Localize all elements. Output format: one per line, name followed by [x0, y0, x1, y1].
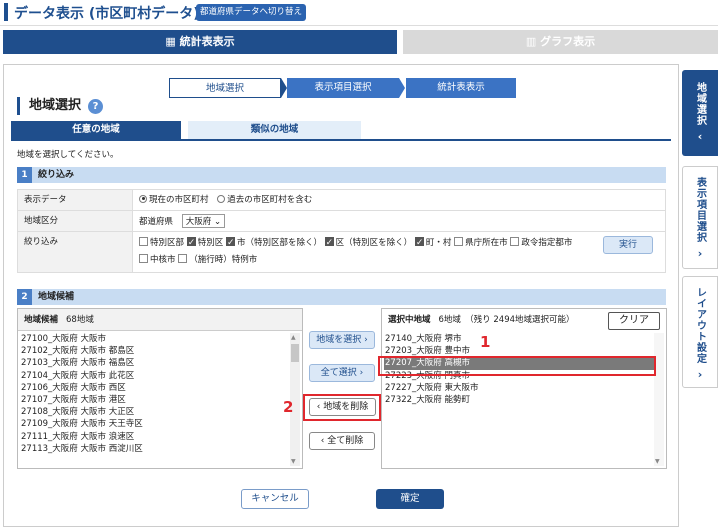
- chevron-right-icon: ›: [359, 368, 364, 378]
- checkbox-core-city[interactable]: [139, 254, 148, 263]
- narrow-label: 絞り込み: [17, 231, 133, 273]
- candidate-list-header: 地域候補 68地域: [18, 309, 302, 331]
- chevron-right-icon: ›: [364, 335, 368, 345]
- sidebar-item-item-select[interactable]: 表示項目選択 ›: [682, 166, 718, 269]
- help-icon[interactable]: ?: [88, 99, 103, 114]
- view-mode-bar: ▦ 統計表表示 ▥ グラフ表示: [0, 30, 718, 54]
- list-item[interactable]: 27322_大阪府 能勢町: [384, 394, 664, 406]
- select-all-button[interactable]: 全て選択 ›: [309, 364, 375, 382]
- select-area-button[interactable]: 地域を選択 ›: [309, 331, 375, 349]
- candidates-band: 2 地域候補: [17, 289, 666, 305]
- area-tabs: 任意の地域 類似の地域: [11, 121, 671, 139]
- bar-chart-icon: ▥: [525, 35, 541, 48]
- tab-similar-area[interactable]: 類似の地域: [188, 121, 361, 139]
- chevron-right-icon: ›: [697, 247, 703, 260]
- list-item[interactable]: 27100_大阪府 大阪市: [20, 333, 300, 345]
- checkbox-ward[interactable]: [324, 235, 334, 252]
- narrow-options: 特別区部 特別区 市（特別区部を除く） 区（特別区を除く） 町・村 県庁所在市 …: [132, 231, 666, 273]
- sidebar-item-area-select[interactable]: 地域選択 ‹: [682, 70, 718, 156]
- confirm-button[interactable]: 確定: [376, 489, 444, 509]
- checkbox-town-village[interactable]: [414, 235, 424, 252]
- scroll-down-icon[interactable]: ▼: [291, 458, 296, 465]
- chevron-left-icon: ‹: [320, 436, 325, 446]
- title-accent-bar: [4, 3, 8, 21]
- list-item[interactable]: 27103_大阪府 大阪市 福島区: [20, 357, 300, 369]
- remove-all-button[interactable]: ‹ 全て削除: [309, 432, 375, 450]
- area-class-label: 地域区分: [17, 210, 133, 232]
- step-area-select: 地域選択: [169, 78, 281, 98]
- clear-button[interactable]: クリア: [608, 312, 660, 330]
- tab-graph-view[interactable]: ▥ グラフ表示: [403, 30, 718, 54]
- switch-prefecture-button[interactable]: 都道府県データへ切り替え: [196, 4, 307, 21]
- selected-list[interactable]: 選択中地域 6地域 （残り 2494地域選択可能） 27140_大阪府 堺市 27…: [381, 308, 667, 469]
- scroll-thumb[interactable]: [291, 344, 299, 362]
- step-item-select: 表示項目選択: [287, 78, 399, 98]
- highlight-box-selected-item: [378, 356, 656, 376]
- section-title: 地域選択: [17, 97, 81, 115]
- step-indicator: 地域選択 表示項目選択 統計表表示: [169, 78, 519, 98]
- checkbox-special-city[interactable]: [178, 254, 188, 263]
- list-item[interactable]: 27109_大阪府 大阪市 天王寺区: [20, 418, 300, 430]
- area-class-cell: 都道府県 大阪府 ⌄: [132, 210, 666, 232]
- list-item[interactable]: 27111_大阪府 大阪市 浪速区: [20, 431, 300, 443]
- main-panel: 地域選択 表示項目選択 統計表表示 地域選択 ? 任意の地域 類似の地域 地域を…: [3, 64, 679, 527]
- filter-band: 1 絞り込み: [17, 167, 666, 183]
- list-item[interactable]: 27227_大阪府 東大阪市: [384, 382, 664, 394]
- highlight-box-remove-button: [303, 394, 381, 421]
- selected-scrollbar[interactable]: ▼: [654, 333, 664, 466]
- page-title: データ表示 (市区町村データ): [14, 6, 200, 22]
- checkbox-tokubetsu-kubu[interactable]: [139, 237, 148, 246]
- radio-past[interactable]: [217, 194, 226, 203]
- list-item[interactable]: 27104_大阪府 大阪市 此花区: [20, 370, 300, 382]
- display-data-options: 現在の市区町村 過去の市区町村を含む: [132, 189, 666, 211]
- candidate-items: 27100_大阪府 大阪市 27102_大阪府 大阪市 都島区 27103_大阪…: [20, 333, 300, 455]
- table-icon: ▦: [165, 35, 180, 48]
- step-arrow: [399, 78, 405, 98]
- checkbox-tokubetsu-ku[interactable]: [186, 235, 196, 252]
- list-item[interactable]: 27140_大阪府 堺市: [384, 333, 664, 345]
- step-table-view: 統計表表示: [406, 78, 516, 98]
- annotation-number-1: 1: [480, 333, 491, 351]
- filter-table: 表示データ 現在の市区町村 過去の市区町村を含む 地域区分 都道府県 大阪府 ⌄…: [17, 189, 666, 273]
- checkbox-designated-city[interactable]: [510, 237, 520, 246]
- list-item[interactable]: 27113_大阪府 大阪市 西淀川区: [20, 443, 300, 455]
- list-item[interactable]: 27107_大阪府 大阪市 港区: [20, 394, 300, 406]
- cancel-button[interactable]: キャンセル: [241, 489, 309, 509]
- chevron-left-icon: ‹: [697, 130, 703, 143]
- instruction-text: 地域を選択してください。: [17, 150, 119, 160]
- chevron-right-icon: ›: [697, 368, 703, 381]
- execute-button[interactable]: 実行: [603, 236, 653, 254]
- annotation-number-2: 2: [283, 398, 294, 416]
- list-item[interactable]: 27108_大阪府 大阪市 大正区: [20, 406, 300, 418]
- app-header: データ表示 (市区町村データ) 都道府県データへ切り替え: [0, 0, 718, 26]
- tab-custom-area[interactable]: 任意の地域: [11, 121, 181, 139]
- tab-table-view[interactable]: ▦ 統計表表示: [3, 30, 397, 54]
- chevron-down-icon: ⌄: [213, 217, 222, 227]
- sidebar-item-layout[interactable]: レイアウト設定 ›: [682, 276, 718, 388]
- candidate-list[interactable]: 地域候補 68地域 27100_大阪府 大阪市 27102_大阪府 大阪市 都島区…: [17, 308, 303, 469]
- tab-underline: [11, 139, 671, 141]
- prefecture-select[interactable]: 大阪府 ⌄: [181, 214, 226, 228]
- scroll-down-icon[interactable]: ▼: [655, 458, 660, 465]
- checkbox-city[interactable]: [225, 235, 235, 252]
- display-data-label: 表示データ: [17, 189, 133, 211]
- scroll-up-icon[interactable]: ▲: [291, 334, 296, 341]
- radio-current[interactable]: [139, 194, 147, 203]
- list-item[interactable]: 27106_大阪府 大阪市 西区: [20, 382, 300, 394]
- list-item[interactable]: 27102_大阪府 大阪市 都島区: [20, 345, 300, 357]
- checkbox-prefectural-capital[interactable]: [454, 237, 464, 246]
